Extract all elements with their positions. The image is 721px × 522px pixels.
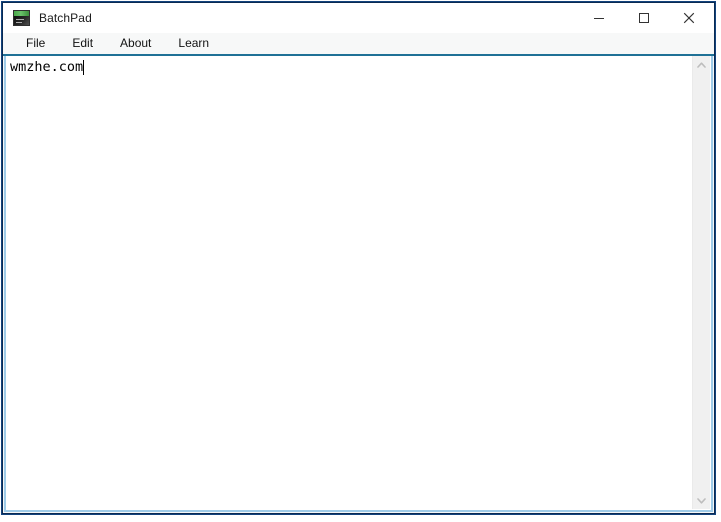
app-icon-body [14, 16, 29, 25]
title-bar[interactable]: BatchPad [3, 3, 714, 33]
scroll-down-button[interactable] [693, 492, 710, 509]
menu-about[interactable]: About [112, 34, 160, 53]
editor-area: wmzhe.com [7, 56, 710, 509]
scroll-up-button[interactable] [693, 56, 710, 73]
text-editor-line: wmzhe.com [8, 58, 692, 76]
chevron-down-icon [697, 497, 706, 504]
maximize-icon [638, 12, 649, 23]
desktop-background: BatchPad File Edit About Learn wmzhe.com [0, 0, 721, 522]
scrollbar-track[interactable] [693, 73, 710, 492]
text-editor[interactable]: wmzhe.com [7, 56, 692, 509]
minimize-icon [593, 17, 604, 19]
text-caret [83, 59, 85, 75]
chevron-up-icon [697, 61, 706, 68]
text-editor-content: wmzhe.com [10, 59, 84, 75]
minimize-button[interactable] [576, 3, 621, 32]
menu-file[interactable]: File [18, 34, 54, 53]
window-controls [576, 3, 711, 32]
vertical-scrollbar[interactable] [692, 56, 710, 509]
menu-learn[interactable]: Learn [170, 34, 218, 53]
app-icon-line-2 [16, 22, 22, 23]
close-button[interactable] [666, 3, 711, 32]
close-icon [683, 12, 694, 23]
menu-edit[interactable]: Edit [64, 34, 102, 53]
menu-bar: File Edit About Learn [3, 33, 714, 56]
maximize-button[interactable] [621, 3, 666, 32]
batchpad-window: BatchPad File Edit About Learn wmzhe.com [2, 2, 715, 514]
app-icon-line-1 [16, 19, 24, 20]
batchpad-app-icon [13, 10, 30, 26]
window-title: BatchPad [39, 11, 92, 25]
